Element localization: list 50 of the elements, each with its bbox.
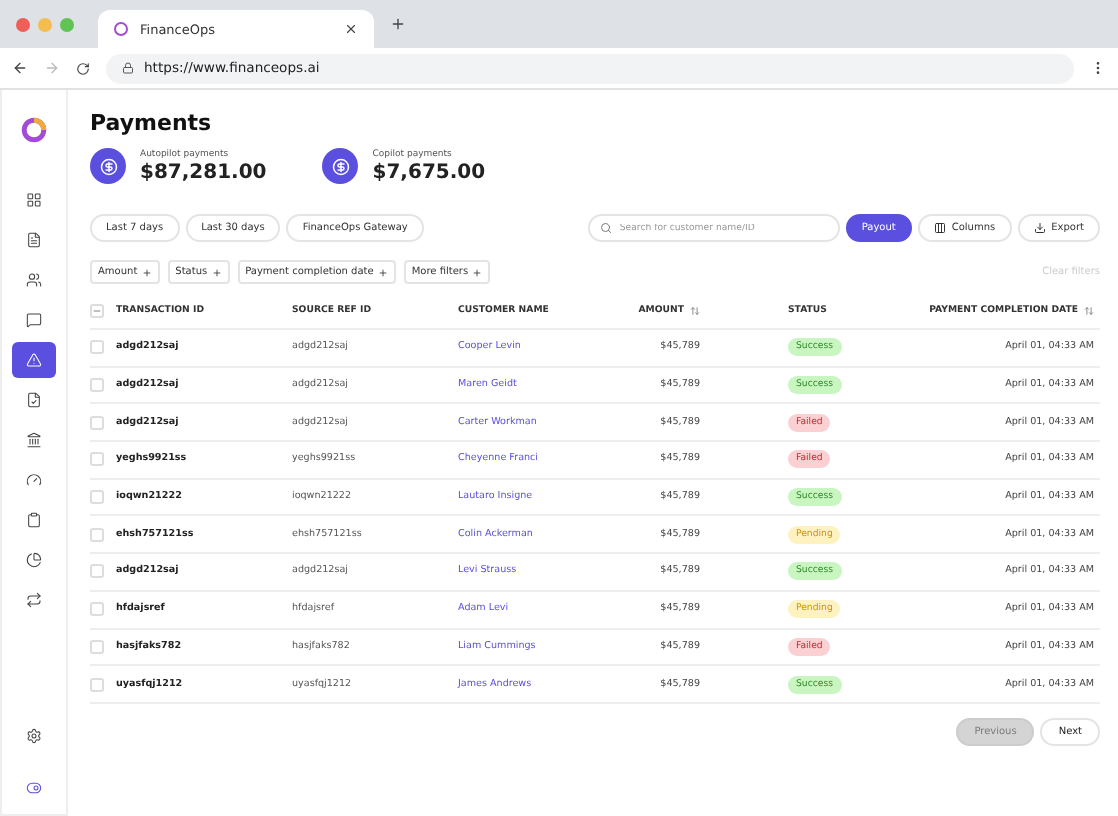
clipboard-icon [26, 512, 42, 528]
toggle-icon [26, 780, 42, 796]
row-checkbox[interactable] [90, 677, 104, 692]
row-checkbox[interactable] [90, 564, 104, 579]
row-checkbox[interactable] [90, 490, 104, 505]
row-checkbox[interactable] [90, 639, 104, 654]
chat-icon [26, 312, 42, 328]
maximize-window-dot[interactable] [60, 17, 74, 31]
row-checkbox[interactable] [90, 527, 104, 542]
logo-icon [114, 22, 128, 36]
pie-chart-icon [26, 552, 42, 568]
minimize-window-dot[interactable] [38, 17, 52, 31]
plus-icon [377, 267, 388, 277]
sidebar-item[interactable] [12, 342, 56, 378]
page-title: Payments [90, 110, 214, 136]
warning-icon [26, 352, 42, 368]
search-icon [599, 222, 612, 234]
row-checkbox[interactable] [90, 602, 104, 617]
stat-value: $87,281.00 [140, 161, 267, 183]
select-all-checkbox[interactable] [90, 303, 104, 317]
gauge-icon [26, 472, 42, 488]
sort-icon [690, 305, 700, 315]
back-icon[interactable] [12, 60, 28, 76]
document-check-icon [26, 392, 42, 408]
download-icon [1033, 222, 1046, 234]
sort-icon [1084, 305, 1094, 315]
users-icon [26, 272, 42, 288]
lock-icon [122, 62, 134, 74]
settings-icon [26, 728, 42, 744]
logo-icon [20, 116, 48, 144]
repeat-icon [26, 592, 42, 608]
bank-icon [26, 432, 42, 448]
plus-icon [211, 267, 222, 277]
close-window-dot[interactable] [16, 17, 30, 31]
plus-icon [472, 267, 483, 277]
plus-icon [141, 267, 152, 277]
stat-value: $7,675.00 [372, 161, 486, 183]
grid-icon [26, 192, 42, 208]
row-checkbox[interactable] [90, 452, 104, 467]
forward-icon[interactable] [44, 60, 60, 76]
close-icon[interactable] [344, 22, 358, 36]
row-checkbox[interactable] [90, 415, 104, 430]
reload-icon[interactable] [76, 61, 90, 75]
dollar-icon [322, 148, 359, 184]
document-icon [26, 232, 42, 248]
new-tab-icon[interactable] [390, 16, 406, 32]
row-checkbox[interactable] [90, 340, 104, 355]
dollar-icon [90, 148, 126, 184]
row-checkbox[interactable] [90, 378, 104, 393]
columns-icon [933, 222, 946, 234]
